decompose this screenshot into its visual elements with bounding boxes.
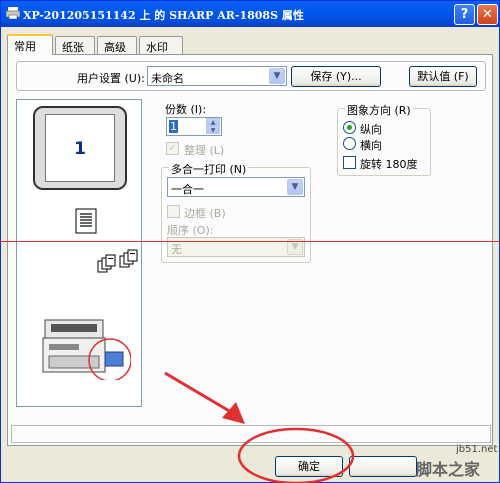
watermark-url: jb51.net	[456, 444, 498, 455]
annotation-arrow-line	[164, 371, 232, 414]
annotation-overlay	[164, 371, 355, 483]
tab-general[interactable]: 常用	[7, 34, 53, 55]
arrow-head-icon	[222, 402, 245, 424]
watermark-logo: 脚本之家	[416, 460, 481, 479]
ok-highlight-circle	[237, 427, 355, 483]
